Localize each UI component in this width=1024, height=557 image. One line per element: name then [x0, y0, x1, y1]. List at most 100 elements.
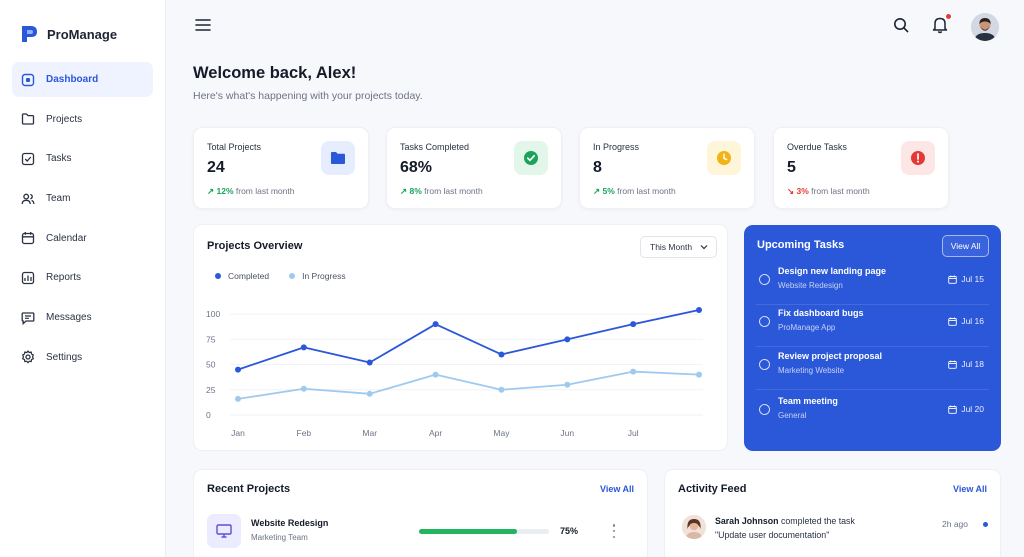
- notification-dot: [945, 13, 952, 20]
- project-name[interactable]: Website Redesign: [251, 518, 328, 528]
- app-name: ProManage: [47, 26, 118, 42]
- stat-delta: ↗ 8% from last month: [400, 186, 483, 197]
- users-icon: [20, 191, 35, 206]
- stat-value: 68%: [400, 159, 433, 176]
- clock-icon: [707, 141, 741, 175]
- task-name: Team meeting: [778, 396, 838, 406]
- x-tick-label: Jul: [628, 428, 639, 438]
- task-name: Fix dashboard bugs: [778, 308, 864, 318]
- activity-user[interactable]: Sarah Johnson: [715, 516, 779, 526]
- data-point: [235, 395, 241, 402]
- task-item[interactable]: Team meeting General Jul 20: [756, 393, 989, 435]
- upcoming-tasks-card: Upcoming Tasks View All Design new landi…: [744, 225, 1001, 451]
- data-point: [630, 321, 637, 328]
- message-icon: [20, 310, 35, 325]
- project-progress-fill: [419, 529, 517, 534]
- calendar-icon: [948, 360, 958, 369]
- view-all-button[interactable]: View All: [942, 235, 989, 257]
- sidebar-item-label: Team: [46, 193, 71, 205]
- task-date-text: Jul 20: [961, 404, 984, 414]
- project-progress-label: 75%: [560, 526, 579, 536]
- data-point: [564, 381, 571, 388]
- data-point: [432, 321, 439, 328]
- sidebar-item-settings[interactable]: Settings: [12, 340, 153, 375]
- stat-delta: ↗ 12% from last month: [207, 186, 294, 197]
- chart-icon: [20, 270, 35, 285]
- task-date-text: Jul 16: [961, 316, 984, 326]
- stat-card-in-progress: In Progress 8 ↗ 5% from last month: [579, 127, 755, 209]
- task-date-text: Jul 15: [961, 274, 984, 284]
- task-date-text: Jul 18: [961, 359, 984, 369]
- task-checkbox[interactable]: [759, 359, 770, 370]
- stat-delta-value: 5%: [602, 186, 615, 196]
- data-point: [498, 386, 505, 393]
- projects-overview-card: Projects Overview This Month Completed I…: [193, 224, 728, 451]
- more-options-icon[interactable]: [610, 524, 618, 538]
- view-all-link[interactable]: View All: [600, 484, 634, 494]
- folder-icon: [20, 112, 35, 127]
- project-progress-bar: [419, 529, 549, 534]
- trend-up-icon: ↗: [593, 186, 601, 196]
- x-tick-label: Apr: [429, 428, 442, 438]
- view-all-link[interactable]: View All: [953, 484, 987, 494]
- stat-label: In Progress: [593, 142, 640, 152]
- stat-delta: ↘ 3% from last month: [787, 186, 870, 197]
- task-date: Jul 18: [948, 359, 984, 369]
- sidebar-item-label: Reports: [46, 272, 82, 284]
- page-subtitle: Here's what's happening with your projec…: [193, 90, 423, 102]
- task-date: Jul 20: [948, 404, 984, 414]
- sidebar-item-messages[interactable]: Messages: [12, 300, 153, 335]
- calendar-icon: [948, 405, 958, 414]
- x-tick-label: Jun: [560, 428, 574, 438]
- data-point: [235, 366, 241, 373]
- sidebar-item-label: Settings: [46, 351, 83, 363]
- task-item[interactable]: Review project proposal Marketing Websit…: [756, 348, 989, 390]
- gear-icon: [20, 350, 35, 365]
- sidebar-item-reports[interactable]: Reports: [12, 260, 153, 295]
- menu-icon[interactable]: [195, 18, 211, 32]
- task-name: Design new landing page: [778, 266, 887, 276]
- search-icon[interactable]: [893, 17, 909, 33]
- data-point: [432, 371, 439, 378]
- monitor-icon: [207, 514, 241, 548]
- brand[interactable]: ProManage: [20, 24, 117, 44]
- task-checkbox[interactable]: [759, 404, 770, 415]
- y-tick-label: 75: [206, 334, 216, 344]
- data-point: [300, 385, 307, 392]
- data-point: [366, 359, 373, 366]
- data-point: [498, 351, 505, 358]
- stat-value: 24: [207, 159, 225, 176]
- sidebar-item-team[interactable]: Team: [12, 181, 153, 216]
- sidebar-item-label: Dashboard: [46, 74, 99, 85]
- trend-up-icon: ↗: [207, 186, 215, 196]
- sidebar-item-label: Messages: [46, 312, 92, 324]
- user-avatar[interactable]: [971, 13, 999, 41]
- sidebar: ProManage Dashboard Projects Tasks Team: [0, 0, 166, 557]
- task-checkbox[interactable]: [759, 316, 770, 327]
- task-checkbox[interactable]: [759, 274, 770, 285]
- sidebar-item-tasks[interactable]: Tasks: [12, 141, 153, 176]
- stat-label: Tasks Completed: [400, 142, 470, 152]
- data-point: [564, 336, 571, 343]
- task-item[interactable]: Design new landing page Website Redesign…: [756, 263, 989, 305]
- sidebar-item-projects[interactable]: Projects: [12, 102, 153, 137]
- calendar-icon: [948, 275, 958, 284]
- sidebar-item-label: Calendar: [46, 232, 87, 244]
- y-tick-label: 0: [206, 410, 211, 420]
- sidebar-item-dashboard[interactable]: Dashboard: [12, 62, 153, 97]
- x-tick-label: Mar: [362, 428, 377, 438]
- activity-action: completed the task: [781, 516, 855, 526]
- logo-icon: [22, 26, 37, 42]
- stat-card-tasks-completed: Tasks Completed 68% ↗ 8% from last month: [386, 127, 562, 209]
- check-square-icon: [20, 151, 35, 166]
- stat-card-total-projects: Total Projects 24 ↗ 12% from last month: [193, 127, 369, 209]
- task-date: Jul 15: [948, 274, 984, 284]
- task-item[interactable]: Fix dashboard bugs ProManage App Jul 16: [756, 305, 989, 347]
- stat-card-overdue-tasks: Overdue Tasks 5 ↘ 3% from last month: [773, 127, 949, 209]
- trend-up-icon: ↗: [400, 186, 408, 196]
- recent-projects-title: Recent Projects: [207, 483, 291, 495]
- stat-label: Total Projects: [207, 142, 262, 152]
- sidebar-item-calendar[interactable]: Calendar: [12, 221, 153, 256]
- x-tick-label: May: [493, 428, 510, 438]
- dashboard-icon: [20, 72, 35, 87]
